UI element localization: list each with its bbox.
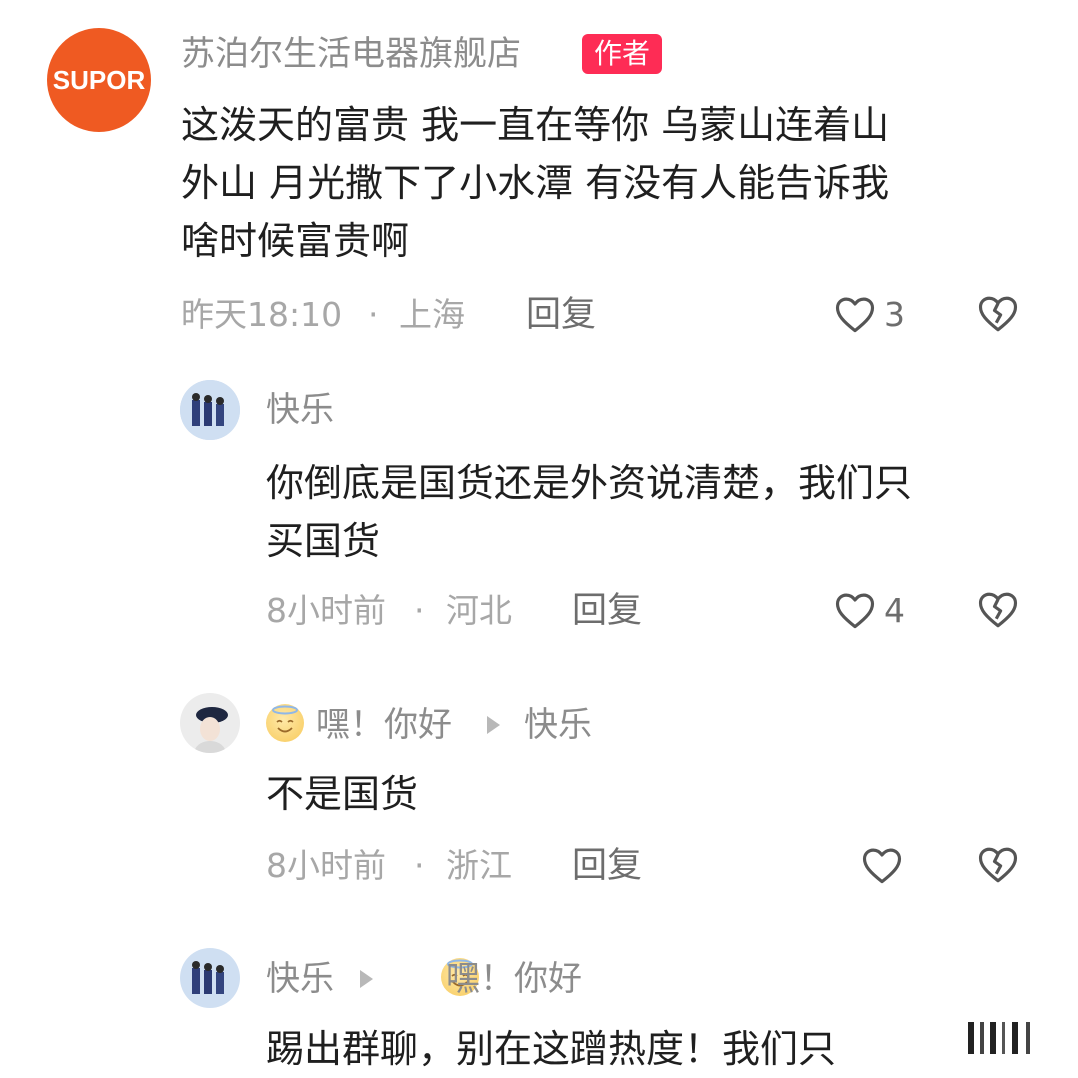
avatar-logo-text: SUPOR [52,64,146,95]
reply-time: 8小时前 [266,591,386,630]
reply-to-arrow-icon [487,716,500,734]
heart-outline-icon[interactable] [861,845,903,885]
reply-text-line: 买国货 [266,519,381,563]
reply-username[interactable]: 快乐 [266,390,334,430]
meta-separator: · [368,295,379,334]
comment-time: 昨天18:10 [181,295,343,334]
reply-text-line: 踢出群聊，别在这蹭热度！我们只 [266,1027,837,1071]
reply-location: 浙江 [446,846,512,885]
reply-to-username[interactable]: 嘿！你好 [446,959,582,999]
broken-heart-icon[interactable] [977,844,1019,886]
comment-username[interactable]: 苏泊尔生活电器旗舰店 [181,34,521,74]
comment-text-line: 啥时候富贵啊 [181,219,410,263]
reply-to-arrow-icon [360,970,373,988]
comment-text-line: 这泼天的富贵 我一直在等你 乌蒙山连着山 [181,103,890,147]
heart-outline-icon[interactable] [834,294,876,334]
reply-text-line: 不是国货 [266,772,419,816]
avatar-user[interactable] [180,380,240,440]
reply-username[interactable]: 快乐 [266,959,334,999]
reply-button[interactable]: 回复 [572,846,642,886]
halo-smile-emoji-icon [266,704,304,742]
reply-to-username[interactable]: 快乐 [524,705,592,745]
avatar-user[interactable] [180,693,240,753]
reply-location: 河北 [446,591,512,630]
broken-heart-icon[interactable] [977,293,1019,335]
reply-button[interactable]: 回复 [572,591,642,631]
comment-location: 上海 [399,295,465,334]
meta-separator: · [414,846,425,885]
author-badge: 作者 [582,34,663,74]
reply-time: 8小时前 [266,846,386,885]
watermark-bars [968,1018,1038,1058]
meta-separator: · [414,591,425,630]
avatar-supor[interactable]: SUPOR [47,28,151,132]
reply-username[interactable]: 嘿！你好 [316,705,452,745]
reply-button[interactable]: 回复 [526,295,596,335]
avatar-user[interactable] [180,948,240,1008]
like-count: 3 [884,295,905,334]
heart-outline-icon[interactable] [834,590,876,630]
comment-text-line: 外山 月光撒下了小水潭 有没有人能告诉我 [181,161,890,205]
broken-heart-icon[interactable] [977,589,1019,631]
reply-text-line: 你倒底是国货还是外资说清楚，我们只 [266,461,913,505]
like-count: 4 [884,591,905,630]
